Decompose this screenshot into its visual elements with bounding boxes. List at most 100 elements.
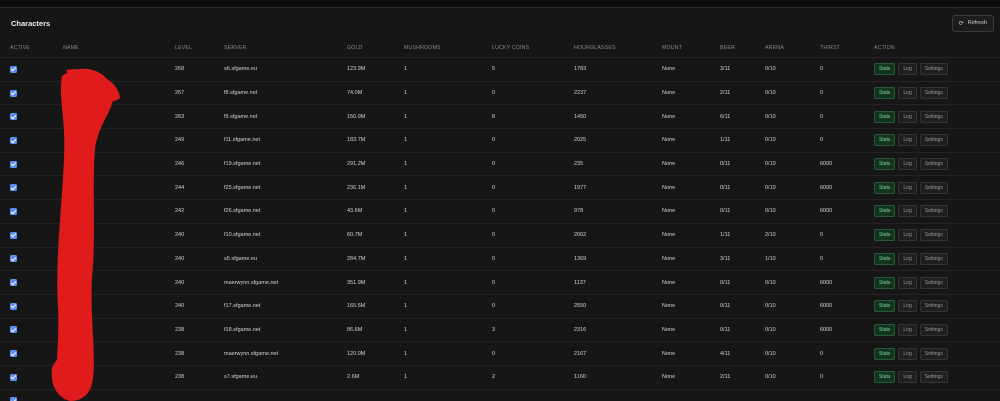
lucky-coins-cell: 0 xyxy=(492,175,574,201)
column-header-active[interactable]: ACTIVE xyxy=(0,38,63,58)
table-row xyxy=(0,389,1000,401)
stats-button[interactable]: Stats xyxy=(874,347,896,360)
active-checkbox[interactable] xyxy=(10,207,17,215)
table-row: 240 s5.sfgame.eu 284.7M 1 0 1369 None 3/11 1/10 0… xyxy=(0,247,1000,272)
gold-cell: 2.6M xyxy=(347,365,404,390)
column-header-beer[interactable]: BEER xyxy=(720,38,765,58)
name-cell xyxy=(63,341,175,366)
refresh-button[interactable]: ⟳ Refresh xyxy=(951,14,994,32)
active-checkbox[interactable] xyxy=(10,184,17,192)
gold-cell: 351.9M xyxy=(347,270,404,295)
active-checkbox[interactable] xyxy=(10,136,17,144)
active-checkbox[interactable] xyxy=(10,113,17,121)
active-checkbox[interactable] xyxy=(10,89,17,97)
beer-cell xyxy=(720,389,765,401)
log-button[interactable]: Log xyxy=(898,323,917,336)
log-button[interactable]: Log xyxy=(898,134,917,147)
settings-button[interactable]: Settings xyxy=(919,63,948,76)
arena-cell: 0/10 xyxy=(765,152,820,177)
settings-button[interactable]: Settings xyxy=(919,229,948,242)
stats-button[interactable]: Stats xyxy=(874,110,896,123)
settings-button[interactable]: Settings xyxy=(919,110,948,123)
stats-button[interactable]: Stats xyxy=(874,229,896,242)
settings-button[interactable]: Settings xyxy=(919,87,948,100)
refresh-label: Refresh xyxy=(967,20,987,26)
lucky-coins-cell: 0 xyxy=(492,247,574,272)
settings-button[interactable]: Settings xyxy=(919,134,948,147)
column-header-level[interactable]: LEVEL xyxy=(175,38,224,58)
active-checkbox[interactable] xyxy=(10,326,17,334)
settings-button[interactable]: Settings xyxy=(919,347,948,360)
level-cell xyxy=(175,389,224,401)
beer-cell: 0/11 xyxy=(720,175,765,201)
log-button[interactable]: Log xyxy=(898,371,917,384)
server-cell: f25.sfgame.net xyxy=(224,175,347,201)
active-checkbox[interactable] xyxy=(10,255,17,263)
stats-button[interactable]: Stats xyxy=(874,205,896,218)
hourglasses-cell: 2025 xyxy=(574,128,662,153)
hourglasses-cell: 978 xyxy=(574,199,662,224)
log-button[interactable]: Log xyxy=(898,276,917,289)
column-header-arena[interactable]: ARENA xyxy=(765,38,820,58)
active-checkbox[interactable] xyxy=(10,302,17,310)
log-button[interactable]: Log xyxy=(898,87,917,100)
stats-button[interactable]: Stats xyxy=(874,252,896,265)
stats-button[interactable]: Stats xyxy=(874,134,896,147)
log-button[interactable]: Log xyxy=(898,63,917,76)
log-button[interactable]: Log xyxy=(898,252,917,265)
action-cell: Stats Log Settings xyxy=(874,104,1000,130)
table-row: 238 s7.sfgame.eu 2.6M 1 2 1160 None 2/11 0/10 0 St… xyxy=(0,365,1000,390)
log-button[interactable]: Log xyxy=(898,110,917,123)
column-header-mushrooms[interactable]: MUSHROOMS xyxy=(404,38,492,58)
active-checkbox[interactable] xyxy=(10,397,17,401)
settings-button[interactable]: Settings xyxy=(919,300,948,313)
table-row: 238 maerwynn.sfgame.net 120.0M 1 0 2167 None 4/… xyxy=(0,341,1000,366)
log-button[interactable]: Log xyxy=(898,205,917,218)
log-button[interactable]: Log xyxy=(898,347,917,360)
stats-button[interactable]: Stats xyxy=(874,323,896,336)
column-header-server[interactable]: SERVER xyxy=(224,38,347,58)
stats-button[interactable]: Stats xyxy=(874,371,896,384)
log-button[interactable]: Log xyxy=(898,300,917,313)
mount-cell: None xyxy=(662,294,720,319)
mushrooms-cell: 1 xyxy=(404,175,492,201)
stats-button[interactable]: Stats xyxy=(874,63,896,76)
settings-button[interactable]: Settings xyxy=(919,371,948,384)
settings-button[interactable]: Settings xyxy=(919,205,948,218)
column-header-name[interactable]: NAME xyxy=(63,38,175,58)
stats-button[interactable]: Stats xyxy=(874,300,896,313)
active-checkbox[interactable] xyxy=(10,279,17,287)
arena-cell: 0/10 xyxy=(765,365,820,390)
log-button[interactable]: Log xyxy=(898,229,917,242)
active-checkbox[interactable] xyxy=(10,373,17,381)
gold-cell: 120.0M xyxy=(347,341,404,366)
arena-cell: 0/10 xyxy=(765,175,820,201)
name-cell xyxy=(63,199,175,224)
settings-button[interactable]: Settings xyxy=(919,323,948,336)
stats-button[interactable]: Stats xyxy=(874,276,896,289)
column-header-thirst[interactable]: THIRST xyxy=(820,38,874,58)
action-cell: Stats Log Settings xyxy=(874,57,1000,82)
active-checkbox[interactable] xyxy=(10,350,17,358)
column-header-hourglasses[interactable]: HOURGLASSES xyxy=(574,38,662,58)
log-button[interactable]: Log xyxy=(898,181,917,194)
settings-button[interactable]: Settings xyxy=(919,158,948,171)
thirst-cell: 6000 xyxy=(820,175,874,201)
stats-button[interactable]: Stats xyxy=(874,87,896,100)
log-button[interactable]: Log xyxy=(898,158,917,171)
active-checkbox[interactable] xyxy=(10,231,17,239)
column-header-lucky-coins[interactable]: LUCKY COINS xyxy=(492,38,574,58)
hourglasses-cell: 1977 xyxy=(574,175,662,201)
lucky-coins-cell: 0 xyxy=(492,128,574,153)
stats-button[interactable]: Stats xyxy=(874,181,896,194)
active-checkbox[interactable] xyxy=(10,65,17,73)
column-header-mount[interactable]: MOUNT xyxy=(662,38,720,58)
stats-button[interactable]: Stats xyxy=(874,158,896,171)
column-header-gold[interactable]: GOLD xyxy=(347,38,404,58)
settings-button[interactable]: Settings xyxy=(919,252,948,265)
settings-button[interactable]: Settings xyxy=(919,276,948,289)
active-checkbox[interactable] xyxy=(10,160,17,168)
settings-button[interactable]: Settings xyxy=(919,181,948,194)
active-cell xyxy=(0,365,63,390)
characters-panel: Characters ⟳ Refresh ACTIVE NAME LEVEL S… xyxy=(0,7,1000,401)
